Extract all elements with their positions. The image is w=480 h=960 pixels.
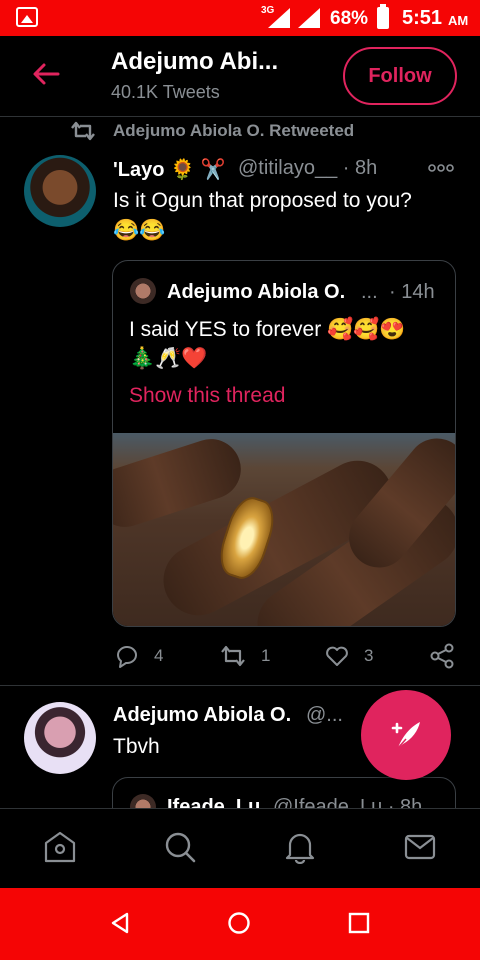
retweet-count: 1 — [261, 646, 271, 665]
quoted-handle-ellipsis: ... — [361, 281, 378, 303]
clock-ampm: AM — [448, 13, 469, 28]
compose-feather-icon — [391, 722, 420, 749]
quoted-emoji: 🎄🥂❤️ — [129, 347, 208, 370]
quoted-author-name: Adejumo Abiola O. — [167, 281, 346, 303]
system-recents-icon[interactable] — [348, 912, 370, 934]
author-avatar[interactable] — [24, 155, 96, 227]
quoted-tweet-card[interactable]: Adejumo Abiola O. ... · 14h I said YES t… — [112, 260, 456, 627]
quoted-author-avatar — [130, 278, 156, 304]
retweet-label: Adejumo Abiola O. Retweeted — [113, 121, 355, 140]
tweet-text: Is it Ogun that proposed to you? — [113, 189, 412, 212]
follow-button[interactable]: Follow — [343, 47, 457, 105]
tweet-text-2: Tbvh — [113, 735, 160, 758]
messages-icon[interactable] — [403, 830, 437, 864]
system-back-icon[interactable] — [108, 911, 132, 935]
signal-icon-2 — [298, 8, 320, 28]
author-name[interactable]: 'Layo 🌻 ✂️ — [113, 157, 225, 182]
tweet-emoji: 😂😂 — [113, 219, 166, 242]
home-icon[interactable] — [43, 830, 77, 864]
search-icon[interactable] — [163, 830, 197, 864]
quoted-time: · 14h — [389, 281, 435, 303]
clock-time: 5:51 — [402, 7, 443, 29]
author-handle: @titilayo__ · 8h — [238, 157, 378, 179]
like-count: 3 — [364, 646, 374, 665]
profile-title: Adejumo Abi... — [111, 48, 279, 75]
signal-icon — [268, 8, 290, 28]
retweet-icon[interactable] — [218, 643, 248, 669]
header-divider — [0, 116, 480, 117]
gallery-notification-icon — [16, 7, 38, 27]
notifications-icon[interactable] — [283, 830, 317, 864]
system-home-icon[interactable] — [227, 911, 251, 935]
author-avatar-2[interactable] — [24, 702, 96, 774]
like-icon[interactable] — [324, 643, 350, 669]
author-handle-2: @... — [306, 704, 343, 726]
show-thread-link[interactable]: Show this thread — [129, 384, 285, 408]
retweet-indicator-icon — [71, 121, 95, 141]
share-icon[interactable] — [429, 643, 455, 669]
battery-icon — [377, 7, 389, 29]
reply-count: 4 — [154, 646, 164, 665]
tweet-divider — [0, 685, 480, 686]
compose-tweet-button[interactable] — [361, 690, 451, 780]
photo-finger — [113, 431, 249, 535]
more-options-icon[interactable] — [428, 163, 454, 173]
author-name-2[interactable]: Adejumo Abiola O. — [113, 704, 291, 727]
quoted-text: I said YES to forever 🥰🥰😍 — [129, 318, 406, 341]
reply-icon[interactable] — [114, 643, 140, 669]
battery-percent: 68% — [330, 8, 369, 29]
quoted-photo[interactable] — [113, 426, 455, 626]
tweet-count: 40.1K Tweets — [111, 82, 220, 102]
back-arrow-icon[interactable] — [30, 58, 62, 90]
